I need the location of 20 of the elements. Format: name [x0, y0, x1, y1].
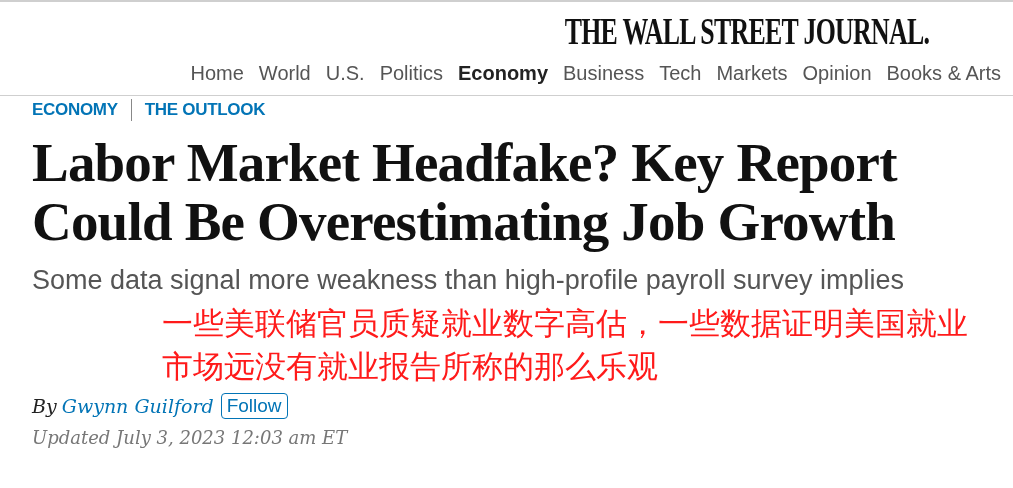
nav-link[interactable]: World — [258, 62, 311, 85]
category-link[interactable]: ECONOMY — [32, 100, 118, 120]
nav-link[interactable]: Business — [563, 62, 645, 85]
author-link[interactable]: Gwynn Guilford — [61, 395, 214, 417]
nav-link[interactable]: Home — [190, 62, 244, 85]
nav-link[interactable]: Politics — [379, 62, 443, 85]
headline: Labor Market Headfake? Key Report Could Be Overestimating Job Growth — [32, 133, 899, 251]
subtitle: Some data signal more weakness than high-profile payroll survey implies — [32, 265, 904, 295]
masthead-logo[interactable]: THE WALL STREET JOURNAL. — [564, 10, 929, 52]
nav-link[interactable]: U.S. — [325, 62, 365, 85]
nav-link[interactable]: Opinion — [802, 62, 872, 85]
nav-link[interactable]: Tech — [659, 62, 702, 85]
nav-link[interactable]: Economy — [458, 62, 549, 85]
updated-timestamp: Updated July 3, 2023 12:03 am ET — [32, 427, 350, 448]
follow-button[interactable]: Follow — [220, 393, 288, 419]
byline-prefix: By — [32, 395, 57, 417]
annotation-text: 一些美联储官员质疑就业数字高估，一些数据证明美国就业市场远没有就业报告所称的那么乐观 — [162, 304, 969, 386]
nav-link[interactable]: Books & Arts — [886, 62, 1001, 85]
nav-link[interactable]: Markets — [716, 62, 788, 85]
category-link[interactable]: THE OUTLOOK — [144, 100, 266, 120]
